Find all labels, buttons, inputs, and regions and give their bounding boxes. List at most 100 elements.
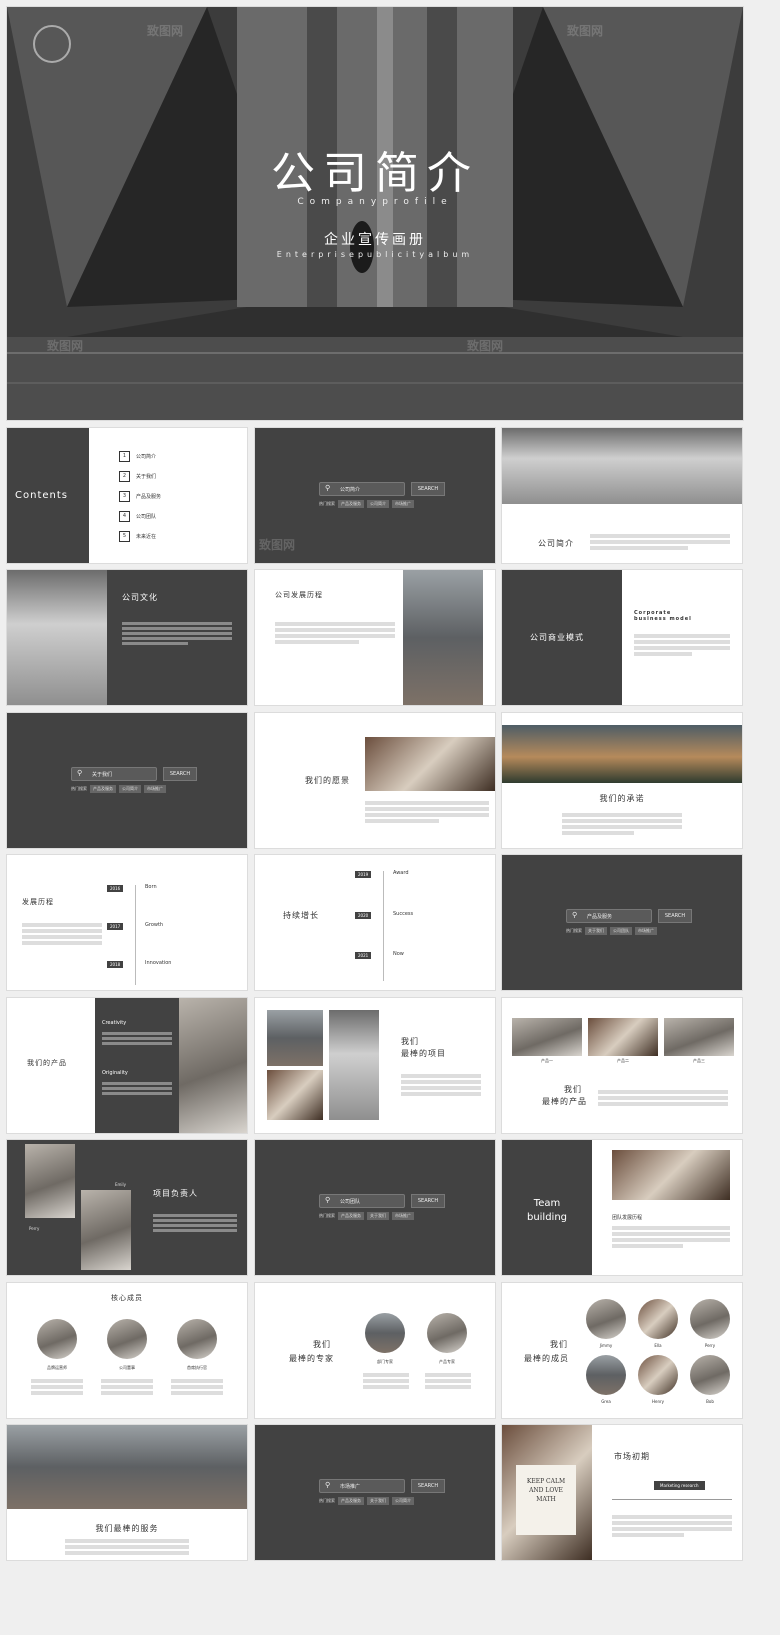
member-name: Perry [704, 1343, 716, 1348]
members-title-b: 最棒的成员 [524, 1354, 569, 1363]
search-icon: ⚲ [572, 911, 578, 919]
hero-subtitle: 企业宣传画册 [324, 232, 426, 248]
contents-item[interactable]: 1 公司简介 [119, 446, 161, 466]
search-chip[interactable]: 公司简介 [367, 500, 389, 508]
member-name: Jimmy [599, 1343, 613, 1348]
search-slide: 关于我们 ⚲ SEARCH 热门搜索 产品及服务 公司简介 市场推广 [7, 713, 247, 848]
team-title-b: building [526, 1212, 568, 1223]
search-chip[interactable]: 市场推广 [144, 785, 166, 793]
search-icon: ⚲ [77, 769, 83, 777]
member-name: Bob [706, 1399, 714, 1404]
search-button[interactable]: SEARCH [411, 482, 445, 496]
member-avatar [638, 1299, 678, 1339]
building-photo [403, 570, 483, 705]
growth-slide: 持续增长 2019 Award 2020 Success 2021 Now [255, 855, 495, 990]
search-chip[interactable]: 关于我们 [367, 1497, 389, 1505]
member-name: Grea [601, 1399, 611, 1404]
business-slide: 公司商业模式 Corporate business model [502, 570, 742, 705]
search-button[interactable]: SEARCH [411, 1479, 445, 1493]
timeline-slide: 发展历程 2016 Born 2017 Growth 2018 Innovati… [7, 855, 247, 990]
office-photo [502, 428, 742, 504]
product-photo [664, 1018, 734, 1056]
experts-slide: 我们 最棒的专家 部门专家 产品专家 [255, 1283, 495, 1418]
timeline-label: Innovation [145, 960, 172, 966]
hot-search-chips: 热门搜索 产品及服务 公司简介 市场推广 [319, 500, 414, 508]
search-chip[interactable]: 市场推广 [635, 927, 657, 935]
business-title: 公司商业模式 [530, 633, 584, 642]
search-chip[interactable]: 公司简介 [392, 1497, 414, 1505]
product-tag: Creativity [102, 1020, 127, 1026]
growth-label: Award [393, 870, 409, 876]
member-role: 首席执行官 [187, 1365, 207, 1370]
products-title: 我们的产品 [27, 1059, 67, 1067]
members-slide: 我们 最棒的成员 Jimmy Ella Perry Grea Henry Bob [502, 1283, 742, 1418]
contents-item[interactable]: 4 公司团队 [119, 506, 161, 526]
team-photo [612, 1150, 730, 1200]
service-title: 我们最棒的服务 [95, 1524, 159, 1533]
product-caption: 产品三 [693, 1058, 705, 1063]
search-icon: ⚲ [325, 484, 331, 492]
hot-search-chips: 热门搜索 关于我们 公司团队 市场推广 [566, 927, 657, 935]
member-avatar [107, 1319, 147, 1359]
search-chip[interactable]: 关于我们 [585, 927, 607, 935]
contents-item[interactable]: 5 未来近在 [119, 526, 161, 546]
search-input[interactable]: 市场推广 [319, 1479, 405, 1493]
search-icon: ⚲ [325, 1196, 331, 1204]
search-chip[interactable]: 产品及服务 [338, 1497, 364, 1505]
expert-role: 部门专家 [377, 1359, 393, 1364]
core-title: 核心成员 [111, 1294, 143, 1302]
vision-title: 我们的愿景 [305, 776, 350, 785]
project-photo [329, 1010, 379, 1120]
hero-title-en: Companyprofile [297, 197, 453, 207]
growth-year: 2019 [355, 871, 372, 878]
contents-item[interactable]: 2 关于我们 [119, 466, 161, 486]
commitment-title: 我们的承诺 [599, 794, 645, 803]
team-title-a: Team [533, 1198, 561, 1209]
market-title: 市场初期 [614, 1452, 650, 1461]
intro-title: 公司简介 [538, 539, 574, 548]
member-avatar [586, 1299, 626, 1339]
experts-title-b: 最棒的专家 [289, 1354, 334, 1363]
history-title: 公司发展历程 [275, 591, 323, 599]
expert-avatar [365, 1313, 405, 1353]
search-button[interactable]: SEARCH [163, 767, 197, 781]
search-chip[interactable]: 市场推广 [392, 500, 414, 508]
experts-title-a: 我们 [313, 1340, 331, 1349]
leader-title: 项目负责人 [153, 1189, 198, 1198]
expert-role: 产品专家 [439, 1359, 455, 1364]
product-caption: 产品一 [541, 1058, 553, 1063]
member-avatar [638, 1355, 678, 1395]
project-photo [267, 1010, 323, 1066]
watermark: 致图网 [259, 538, 296, 552]
poster-text: KEEP CALM AND LOVE MATH [526, 1478, 566, 1503]
member-avatar [37, 1319, 77, 1359]
search-chip[interactable]: 市场推广 [392, 1212, 414, 1220]
search-slide: 公司团队 ⚲ SEARCH 热门搜索 产品及服务 关于我们 市场推广 [255, 1140, 495, 1275]
search-chip[interactable]: 公司团队 [610, 927, 632, 935]
road-photo [502, 725, 742, 783]
member-avatar [690, 1355, 730, 1395]
timeline-label: Born [145, 884, 157, 890]
best-products-title-a: 我们 [564, 1085, 582, 1094]
search-chip[interactable]: 产品及服务 [338, 500, 364, 508]
search-input[interactable]: 产品及服务 [566, 909, 652, 923]
leader-photo [81, 1190, 131, 1270]
search-chip[interactable]: 产品及服务 [338, 1212, 364, 1220]
business-side-title: Corporate business model [634, 610, 692, 622]
search-chip[interactable]: 产品及服务 [90, 785, 116, 793]
timeline-label: Growth [145, 922, 164, 928]
intro-slide: 公司简介 [502, 428, 742, 563]
search-button[interactable]: SEARCH [411, 1194, 445, 1208]
search-chip[interactable]: 公司简介 [119, 785, 141, 793]
hot-search-chips: 热门搜索 产品及服务 关于我们 市场推广 [319, 1212, 414, 1220]
search-input[interactable]: 公司团队 [319, 1194, 405, 1208]
search-input[interactable]: 公司简介 [319, 482, 405, 496]
search-chip[interactable]: 关于我们 [367, 1212, 389, 1220]
expert-avatar [427, 1313, 467, 1353]
project-photo [267, 1070, 323, 1120]
search-input[interactable]: 关于我们 [71, 767, 157, 781]
hero-slide: 公司简介 Companyprofile 企业宣传画册 Enterprisepub… [7, 7, 743, 420]
search-button[interactable]: SEARCH [658, 909, 692, 923]
hero-title: 公司简介 [271, 148, 479, 199]
contents-item[interactable]: 3 产品及服务 [119, 486, 161, 506]
